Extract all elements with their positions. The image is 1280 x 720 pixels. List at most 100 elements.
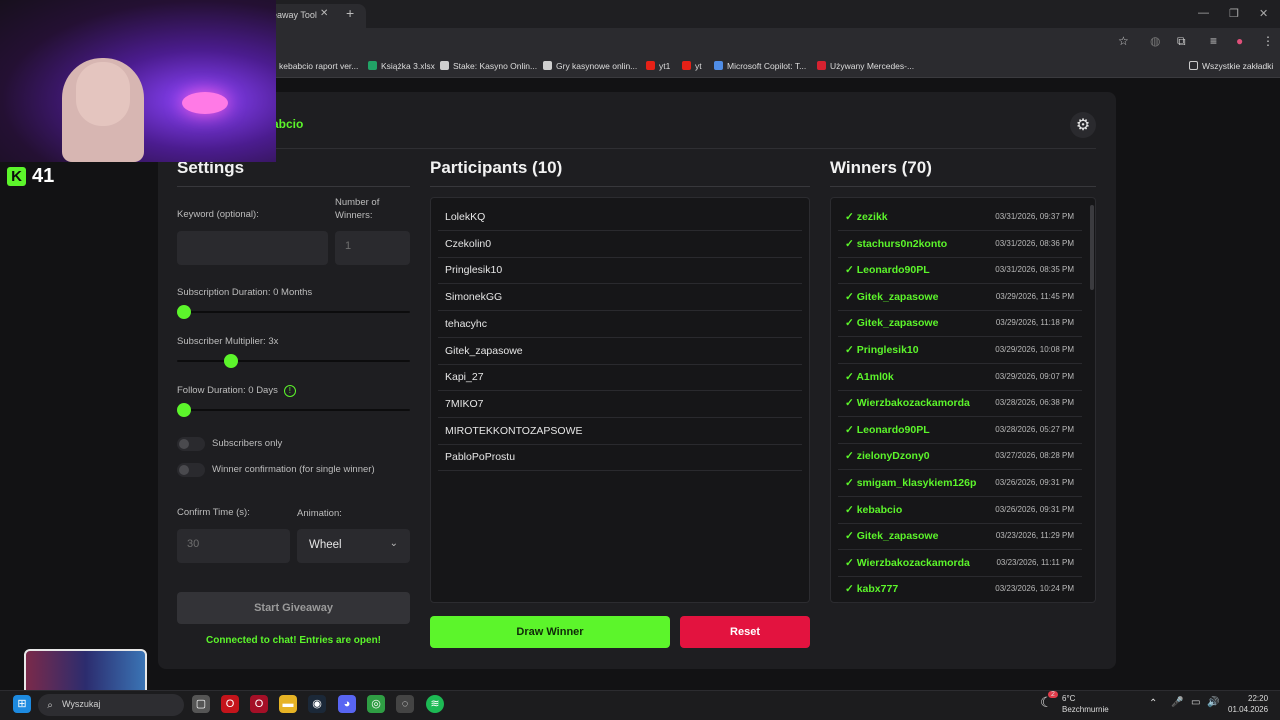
animation-select[interactable]: Wheel ⌄ <box>297 529 410 563</box>
winners-count-label: Number of Winners: <box>335 197 380 221</box>
excel-icon <box>368 61 377 70</box>
participant-row: tehacyhc <box>438 311 802 338</box>
winner-date: 03/28/2026, 06:38 PM <box>995 398 1074 408</box>
winner-date: 03/23/2026, 10:24 PM <box>995 584 1074 594</box>
weather-temp: 6°C <box>1062 694 1076 703</box>
bookmark-item[interactable]: Używany Mercedes-... <box>817 61 914 71</box>
info-icon[interactable]: ! <box>283 385 296 397</box>
subscribers-only-toggle[interactable] <box>177 437 205 451</box>
windows-start-icon[interactable]: ⊞ <box>13 695 31 713</box>
minimize-icon[interactable]: — <box>1198 7 1209 19</box>
bookmark-item[interactable]: Gry kasynowe onlin... <box>543 61 637 71</box>
winner-row: ✓ Wierzbakozackamorda 03/23/2026, 11:11 P… <box>838 550 1082 577</box>
participant-row: SimonekGG <box>438 284 802 312</box>
bookmark-label: Książka 3.xlsx <box>381 61 435 71</box>
spotify-icon[interactable]: ≋ <box>426 695 444 713</box>
bookmark-label: Używany Mercedes-... <box>830 61 915 71</box>
winner-row: ✓ Gitek_zapasowe 03/23/2026, 11:29 PM <box>838 523 1082 551</box>
all-bookmarks[interactable]: Wszystkie zakładki <box>1189 61 1273 71</box>
weather-desc: Bezchmurnie <box>1062 705 1109 714</box>
webcam-face <box>76 62 130 126</box>
subscribers-only-label: Subscribers only <box>212 438 283 449</box>
browser-menu-icon[interactable]: ⋮ <box>1262 34 1274 48</box>
clock-time[interactable]: 22:20 <box>1248 694 1268 703</box>
winner-row: ✓ Gitek_zapasowe 03/29/2026, 11:45 PM <box>838 284 1082 311</box>
new-tab-icon[interactable]: + <box>346 5 354 21</box>
winner-name: ✓ A1ml0k <box>845 370 894 383</box>
sub-multiplier-thumb[interactable] <box>223 354 238 368</box>
clock-date[interactable]: 01.04.2026 <box>1228 705 1268 714</box>
winner-row: ✓ stachurs0n2konto 03/31/2026, 08:36 PM <box>838 231 1082 258</box>
media-icon[interactable]: ≡ <box>1210 34 1217 48</box>
winner-date: 03/27/2026, 08:28 PM <box>995 451 1074 461</box>
bookmark-item[interactable]: Microsoft Copilot: T... <box>714 61 806 71</box>
sub-multiplier-label: Subscriber Multiplier: 3x <box>177 336 279 347</box>
winner-name: ✓ kabx777 <box>845 583 899 596</box>
keyword-label: Keyword (optional): <box>177 209 259 220</box>
network-icon[interactable]: ▭ <box>1191 697 1200 708</box>
bookmark-item[interactable]: yt1 <box>646 61 670 71</box>
bookmark-item[interactable]: kebabcio raport ver... <box>266 61 358 71</box>
bookmark-item[interactable]: yt <box>682 61 702 71</box>
winner-row: ✓ Leonardo90PL 03/31/2026, 08:35 PM <box>838 257 1082 285</box>
gear-icon[interactable]: ⚙ <box>1070 112 1096 138</box>
task-view-icon[interactable]: ▢ <box>192 695 210 713</box>
bookmark-item[interactable]: Książka 3.xlsx <box>368 61 435 71</box>
microphone-icon[interactable]: 🎤 <box>1171 697 1183 708</box>
viewer-count-badge: K 41 <box>7 165 54 188</box>
follow-duration-thumb[interactable] <box>177 403 191 417</box>
extension-icon[interactable]: ◍ <box>1150 34 1160 48</box>
reset-button[interactable]: Reset <box>680 616 810 648</box>
chrome-icon[interactable]: ◎ <box>367 695 385 713</box>
winner-confirm-toggle[interactable] <box>177 463 205 477</box>
bookmark-item[interactable]: Stake: Kasyno Onlin... <box>440 61 537 71</box>
winner-name: ✓ kebabcio <box>845 503 903 516</box>
profile-avatar[interactable]: ● <box>1236 34 1243 48</box>
bookmark-star-icon[interactable]: ☆ <box>1118 34 1129 48</box>
start-giveaway-button[interactable]: Start Giveaway <box>177 592 410 624</box>
follow-duration-slider[interactable] <box>177 409 410 411</box>
opera-gx-icon[interactable]: O <box>250 695 268 713</box>
sub-duration-thumb[interactable] <box>177 305 191 319</box>
participants-title: Participants (10) <box>430 158 563 177</box>
winner-date: 03/23/2026, 11:29 PM <box>995 531 1074 541</box>
sub-duration-slider[interactable] <box>177 311 410 313</box>
tab-close-icon[interactable]: ✕ <box>320 8 328 19</box>
confirm-time-input[interactable]: 30 <box>177 529 290 563</box>
steam-icon[interactable]: ◉ <box>308 695 326 713</box>
notification-badge: 2 <box>1048 691 1058 698</box>
close-window-icon[interactable]: ✕ <box>1259 7 1268 20</box>
bookmark-label: Microsoft Copilot: T... <box>727 61 807 71</box>
winner-row: ✓ zezikk 03/31/2026, 09:37 PM <box>838 204 1082 231</box>
webcam-light <box>182 92 228 114</box>
winner-date: 03/26/2026, 09:31 PM <box>995 504 1074 514</box>
winner-name: ✓ Wierzbakozackamorda <box>845 397 970 410</box>
restore-icon[interactable]: ❐ <box>1229 7 1239 20</box>
winners-count-input[interactable]: 1 <box>335 231 410 265</box>
taskbar-search[interactable]: Wyszukaj <box>38 694 184 716</box>
discord-icon[interactable]: ◕ <box>338 695 356 713</box>
extensions-puzzle-icon[interactable]: ⧉ <box>1177 34 1186 49</box>
draw-winner-button[interactable]: Draw Winner <box>430 616 670 648</box>
participant-row: Kapi_27 <box>438 364 802 392</box>
folder-icon <box>1189 61 1198 70</box>
file-explorer-icon[interactable]: ▬ <box>279 695 297 713</box>
tab-title: eaway Tool <box>272 10 317 20</box>
volume-icon[interactable]: 🔊 <box>1207 697 1219 708</box>
participant-row: Czekolin0 <box>438 231 802 258</box>
webcam-overlay <box>0 0 276 162</box>
keyword-input[interactable] <box>177 231 328 265</box>
winner-date: 03/28/2026, 05:27 PM <box>995 424 1074 434</box>
winner-row: ✓ Wierzbakozackamorda 03/28/2026, 06:38 P… <box>838 390 1082 418</box>
participant-row: PabloPoProstu <box>438 444 802 472</box>
brand-name: abcio <box>272 117 304 131</box>
opera-icon[interactable]: O <box>221 695 239 713</box>
winners-scrollbar[interactable] <box>1090 205 1094 290</box>
winner-row: ✓ kebabcio 03/26/2026, 09:31 PM <box>838 497 1082 524</box>
winner-name: ✓ Wierzbakozackamorda <box>845 556 970 569</box>
toggle-knob <box>179 465 189 475</box>
winner-name: ✓ zezikk <box>845 211 888 223</box>
obs-icon[interactable]: ◌ <box>396 695 414 713</box>
tray-chevron-icon[interactable]: ⌃ <box>1149 698 1157 709</box>
sub-multiplier-slider[interactable] <box>177 360 410 362</box>
